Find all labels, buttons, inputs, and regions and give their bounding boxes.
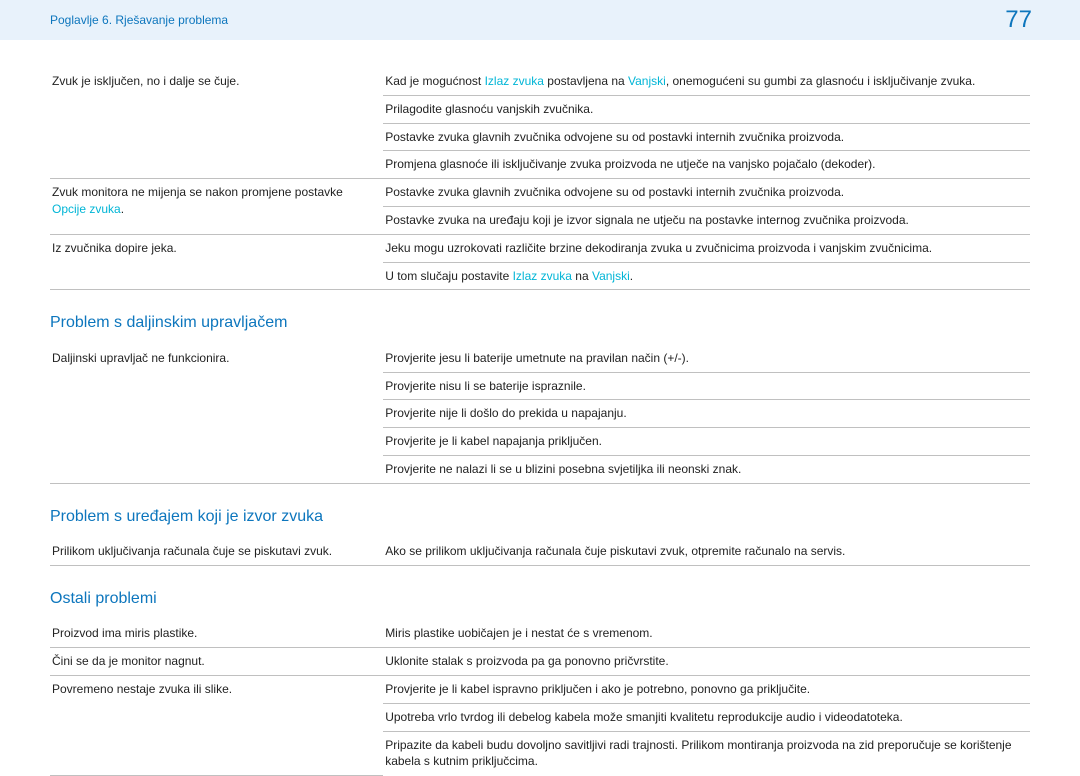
text-fragment: Izlaz zvuka (485, 74, 544, 88)
text-fragment: , onemogućeni su gumbi za glasnoću i isk… (666, 74, 976, 88)
table-row: Povremeno nestaje zvuka ili slike.Provje… (50, 675, 1030, 703)
text-fragment: U tom slučaju postavite (385, 269, 512, 283)
header-bar: Poglavlje 6. Rješavanje problema 77 (0, 0, 1080, 40)
solution-cell: Miris plastike uobičajen je i nestat će … (383, 620, 1030, 647)
problem-cell: Proizvod ima miris plastike. (50, 620, 383, 647)
text-fragment: Vanjski (628, 74, 666, 88)
troubleshoot-table-other: Proizvod ima miris plastike.Miris plasti… (50, 620, 1030, 775)
content: Zvuk je isključen, no i dalje se čuje.Ka… (0, 40, 1080, 776)
table-row: Proizvod ima miris plastike.Miris plasti… (50, 620, 1030, 647)
solution-cell: Postavke zvuka glavnih zvučnika odvojene… (383, 179, 1030, 207)
table-row: Daljinski upravljač ne funkcionira.Provj… (50, 345, 1030, 372)
solution-cell: Postavke zvuka na uređaju koji je izvor … (383, 206, 1030, 234)
section-title-remote: Problem s daljinskim upravljačem (50, 312, 1030, 334)
breadcrumb: Poglavlje 6. Rješavanje problema (50, 12, 228, 29)
text-fragment: Prilagodite glasnoću vanjskih zvučnika. (385, 102, 593, 116)
problem-cell: Čini se da je monitor nagnut. (50, 648, 383, 676)
problem-cell: Prilikom uključivanja računala čuje se p… (50, 538, 383, 565)
section-title-other: Ostali problemi (50, 588, 1030, 610)
section-title-source: Problem s uređajem koji je izvor zvuka (50, 506, 1030, 528)
troubleshoot-table-sound: Zvuk je isključen, no i dalje se čuje.Ka… (50, 68, 1030, 290)
text-fragment: Zvuk monitora ne mijenja se nakon promje… (52, 185, 343, 199)
table-row: Prilikom uključivanja računala čuje se p… (50, 538, 1030, 565)
solution-cell: Promjena glasnoće ili isključivanje zvuk… (383, 151, 1030, 179)
text-fragment: Postavke zvuka glavnih zvučnika odvojene… (385, 130, 844, 144)
problem-cell: Iz zvučnika dopire jeka. (50, 234, 383, 290)
text-fragment: Jeku mogu uzrokovati različite brzine de… (385, 241, 932, 255)
solution-cell: Upotreba vrlo tvrdog ili debelog kabela … (383, 703, 1030, 731)
solution-cell: Uklonite stalak s proizvoda pa ga ponovn… (383, 648, 1030, 676)
solution-cell: Postavke zvuka glavnih zvučnika odvojene… (383, 123, 1030, 151)
problem-cell: Daljinski upravljač ne funkcionira. (50, 345, 383, 483)
solution-cell: Provjerite jesu li baterije umetnute na … (383, 345, 1030, 372)
troubleshoot-table-remote: Daljinski upravljač ne funkcionira.Provj… (50, 345, 1030, 484)
troubleshoot-table-source: Prilikom uključivanja računala čuje se p… (50, 538, 1030, 566)
text-fragment: Izlaz zvuka (513, 269, 572, 283)
solution-cell: Provjerite nisu li se baterije ispraznil… (383, 372, 1030, 400)
problem-cell: Zvuk monitora ne mijenja se nakon promje… (50, 179, 383, 235)
text-fragment: Kad je mogućnost (385, 74, 484, 88)
text-fragment: Promjena glasnoće ili isključivanje zvuk… (385, 157, 875, 171)
table-row: Zvuk je isključen, no i dalje se čuje.Ka… (50, 68, 1030, 95)
solution-cell: U tom slučaju postavite Izlaz zvuka na V… (383, 262, 1030, 290)
solution-cell: Pripazite da kabeli budu dovoljno savitl… (383, 731, 1030, 775)
page: Poglavlje 6. Rješavanje problema 77 Zvuk… (0, 0, 1080, 763)
text-fragment: Opcije zvuka (52, 202, 121, 216)
text-fragment: Vanjski (592, 269, 630, 283)
solution-cell: Provjerite je li kabel napajanja priklju… (383, 428, 1030, 456)
solution-cell: Ako se prilikom uključivanja računala ču… (383, 538, 1030, 565)
table-row: Iz zvučnika dopire jeka.Jeku mogu uzroko… (50, 234, 1030, 262)
text-fragment: Postavke zvuka glavnih zvučnika odvojene… (385, 185, 844, 199)
text-fragment: na (572, 269, 592, 283)
solution-cell: Kad je mogućnost Izlaz zvuka postavljena… (383, 68, 1030, 95)
text-fragment: postavljena na (544, 74, 628, 88)
text-fragment: . (630, 269, 633, 283)
table-row: Zvuk monitora ne mijenja se nakon promje… (50, 179, 1030, 207)
solution-cell: Provjerite je li kabel ispravno priključ… (383, 675, 1030, 703)
solution-cell: Prilagodite glasnoću vanjskih zvučnika. (383, 95, 1030, 123)
problem-cell: Zvuk je isključen, no i dalje se čuje. (50, 68, 383, 179)
page-number: 77 (1005, 3, 1056, 37)
text-fragment: . (121, 202, 124, 216)
problem-cell: Povremeno nestaje zvuka ili slike. (50, 675, 383, 775)
table-row: Čini se da je monitor nagnut.Uklonite st… (50, 648, 1030, 676)
solution-cell: Provjerite nije li došlo do prekida u na… (383, 400, 1030, 428)
solution-cell: Jeku mogu uzrokovati različite brzine de… (383, 234, 1030, 262)
text-fragment: Postavke zvuka na uređaju koji je izvor … (385, 213, 909, 227)
solution-cell: Provjerite ne nalazi li se u blizini pos… (383, 455, 1030, 483)
